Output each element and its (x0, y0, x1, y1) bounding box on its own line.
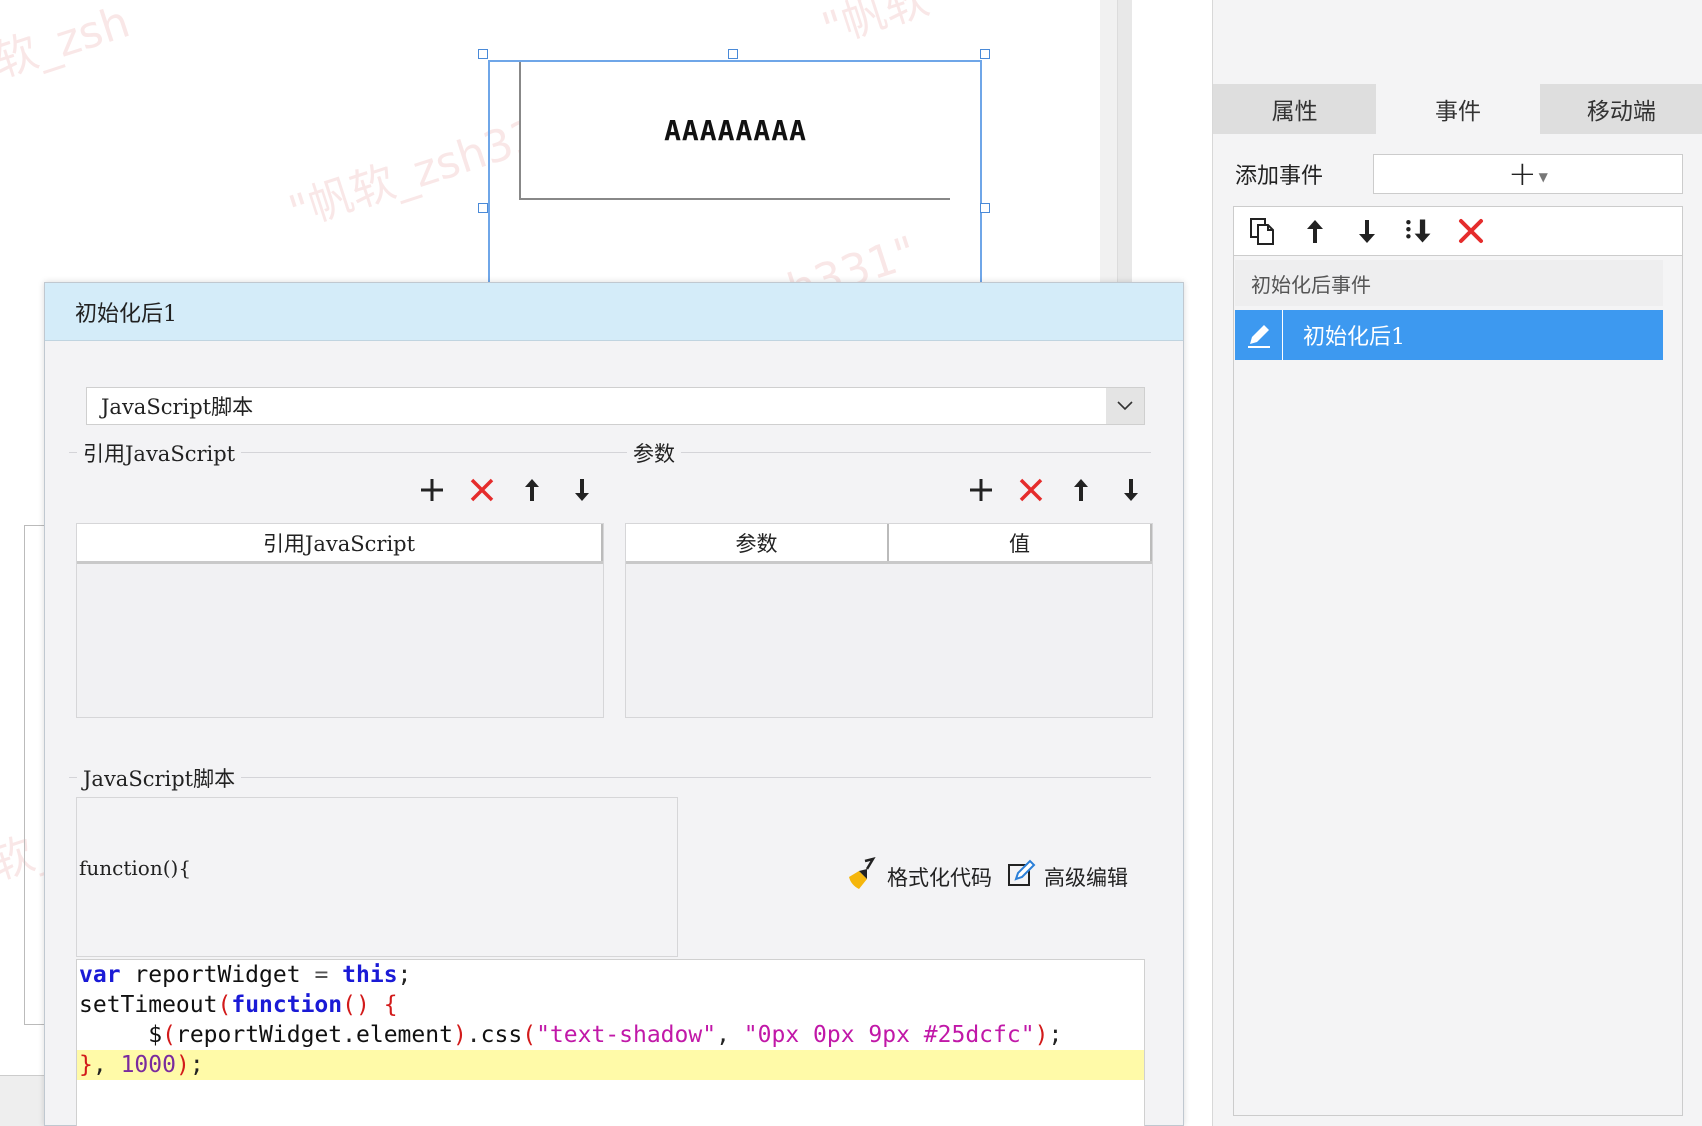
canvas-left-strip (24, 525, 44, 1025)
function-signature-box: function(){ (76, 797, 678, 957)
column-header[interactable]: 值 (889, 524, 1152, 561)
edit-icon (1006, 859, 1036, 894)
code-editor[interactable]: var reportWidget = this; setTimeout(func… (76, 959, 1145, 1126)
arrow-down-icon[interactable] (1116, 475, 1146, 505)
chevron-down-icon: ▼ (1538, 170, 1548, 184)
resize-handle[interactable] (478, 49, 488, 59)
table-header: 引用JavaScript (77, 524, 603, 564)
add-icon[interactable] (417, 475, 447, 505)
tab-properties[interactable]: 属性 (1213, 84, 1376, 134)
ref-js-table[interactable]: 引用JavaScript (76, 523, 604, 718)
event-group-header: 初始化后事件 (1235, 260, 1663, 306)
canvas-bottom-strip (0, 1075, 45, 1126)
watermark: 软_zsh (0, 0, 136, 89)
chevron-down-icon[interactable] (1106, 388, 1144, 424)
column-header[interactable]: 引用JavaScript (77, 524, 603, 561)
watermark: "帆软 (816, 0, 935, 56)
format-code-button[interactable]: 格式化代码 (845, 857, 992, 896)
script-legend: JavaScript脚本 (77, 763, 242, 793)
arrow-up-icon[interactable] (517, 475, 547, 505)
code-line: setTimeout(function() { (79, 992, 398, 1018)
table-header: 参数 值 (626, 524, 1152, 564)
resize-handle[interactable] (478, 203, 488, 213)
column-header[interactable]: 参数 (626, 524, 889, 561)
resize-handle[interactable] (728, 49, 738, 59)
broom-icon (845, 857, 879, 896)
dialog-title[interactable]: 初始化后1 (45, 283, 1183, 341)
delete-icon[interactable] (467, 475, 497, 505)
event-item[interactable]: 初始化后1 (1235, 310, 1663, 360)
divider (629, 452, 1151, 453)
resize-handle[interactable] (980, 203, 990, 213)
resize-handle[interactable] (980, 49, 990, 59)
code-line: $(reportWidget.element).css("text-shadow… (148, 1022, 1063, 1048)
arrow-down-icon[interactable] (567, 475, 597, 505)
add-event-button[interactable]: + ▼ (1373, 154, 1683, 194)
selection-box[interactable] (488, 60, 982, 300)
ref-js-toolbar (417, 475, 597, 505)
code-line-highlighted: }, 1000); (77, 1050, 1144, 1080)
sort-icon[interactable] (1404, 216, 1434, 246)
code-actions: 格式化代码 高级编辑 (845, 857, 1128, 896)
add-event-label: 添加事件 (1235, 164, 1324, 189)
event-edit-dialog: 初始化后1 JavaScript脚本 引用JavaScript 引用JavaSc… (44, 282, 1184, 1126)
script-type-value: JavaScript脚本 (101, 395, 254, 419)
edit-pen-icon[interactable] (1235, 310, 1283, 360)
tab-events[interactable]: 事件 (1376, 84, 1540, 134)
params-legend: 参数 (627, 438, 681, 468)
arrow-up-icon[interactable] (1066, 475, 1096, 505)
code-line: var reportWidget = this; (79, 962, 412, 988)
properties-panel: 属性 事件 移动端 添加事件 + ▼ 初始化后事件 初始化后1 (1212, 0, 1702, 1126)
arrow-down-icon[interactable] (1352, 216, 1382, 246)
ref-js-legend: 引用JavaScript (77, 438, 242, 468)
delete-icon[interactable] (1456, 216, 1486, 246)
format-code-label: 格式化代码 (887, 865, 992, 890)
panel-tabs: 属性 事件 移动端 (1213, 84, 1702, 134)
advanced-edit-label: 高级编辑 (1044, 865, 1128, 890)
event-toolbar (1233, 206, 1683, 256)
plus-icon: + (1508, 154, 1537, 194)
params-toolbar (966, 475, 1146, 505)
delete-icon[interactable] (1016, 475, 1046, 505)
tab-mobile[interactable]: 移动端 (1540, 84, 1702, 134)
function-signature: function(){ (79, 856, 192, 880)
arrow-up-icon[interactable] (1300, 216, 1330, 246)
copy-icon[interactable] (1248, 216, 1278, 246)
add-icon[interactable] (966, 475, 996, 505)
script-type-select[interactable]: JavaScript脚本 (86, 387, 1145, 425)
event-item-label: 初始化后1 (1303, 325, 1405, 350)
advanced-edit-button[interactable]: 高级编辑 (1006, 859, 1128, 894)
params-table[interactable]: 参数 值 (625, 523, 1153, 718)
